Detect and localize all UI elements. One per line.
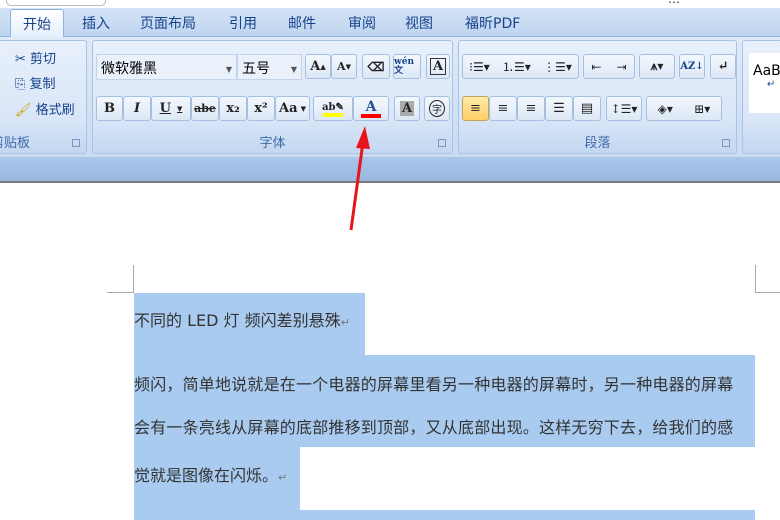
- align-left-button[interactable]: ≡: [462, 96, 489, 121]
- title-bar: [0, 0, 780, 8]
- title-text: …: [668, 0, 680, 6]
- show-marks-button[interactable]: ↵: [710, 54, 736, 79]
- sort-button[interactable]: AZ↓: [679, 54, 705, 79]
- selection-highlight: [134, 510, 755, 520]
- font-name-select[interactable]: 微软雅黑 ▼: [96, 54, 237, 80]
- font-color-swatch: [361, 113, 381, 118]
- font-color-button[interactable]: A: [353, 96, 389, 121]
- clear-format-button[interactable]: ⌫: [362, 54, 390, 79]
- line-spacing-button[interactable]: ↕☰▾: [606, 96, 642, 121]
- tab-view[interactable]: 视图: [405, 13, 433, 33]
- character-border-button[interactable]: A: [426, 54, 450, 79]
- align-right-icon: ≡: [525, 101, 537, 116]
- bullets-icon[interactable]: ⁝☰▾: [469, 60, 490, 74]
- change-case-button[interactable]: Aa ▼: [275, 96, 310, 121]
- multilevel-list-icon[interactable]: ⋮☰▾: [543, 60, 572, 74]
- dialog-launcher-icon[interactable]: [72, 139, 80, 147]
- indent-buttons[interactable]: ⇤ ⇥: [583, 54, 635, 79]
- tab-references[interactable]: 引用: [229, 13, 257, 33]
- align-center-icon: ≡: [497, 101, 509, 116]
- doc-line[interactable]: 频闪，简单地说就是在一个电器的屏幕里看另一种电器的屏幕时，另一种电器的屏幕: [134, 371, 733, 395]
- tab-review[interactable]: 审阅: [348, 13, 376, 33]
- clipboard-group: ✂ 剪切 ⎘ 复制 🖌 格式刷 剪贴板: [0, 40, 87, 154]
- align-center-button[interactable]: ≡: [489, 96, 517, 121]
- distributed-button[interactable]: ▤: [573, 96, 601, 121]
- bold-button[interactable]: B: [96, 96, 123, 121]
- asian-layout-icon: ⩚▾: [650, 59, 664, 73]
- chevron-down-icon: ▼: [225, 65, 232, 74]
- tab-home[interactable]: 开始: [10, 9, 64, 38]
- highlight-button[interactable]: ab✎: [313, 96, 353, 121]
- font-label: 字体: [259, 136, 286, 151]
- list-buttons[interactable]: ⁝☰▾ ⒈☰▾ ⋮☰▾: [462, 54, 579, 79]
- scissors-icon: ✂: [15, 52, 26, 67]
- subscript-button[interactable]: x₂: [219, 96, 247, 121]
- tab-foxit-pdf[interactable]: 福昕PDF: [465, 13, 520, 33]
- chevron-down-icon: ▼: [290, 65, 297, 74]
- copy-button[interactable]: ⎘ 复制: [15, 73, 56, 92]
- shrink-font-button[interactable]: A ▼: [331, 54, 357, 79]
- margin-corner-mark: [755, 292, 780, 293]
- paragraph-mark-icon: ↵: [717, 59, 729, 74]
- dialog-launcher-icon[interactable]: [438, 139, 446, 147]
- shading-border-buttons[interactable]: ◈▾ ⊞▾: [646, 96, 722, 121]
- margin-corner-mark: [133, 265, 134, 292]
- eraser-icon: ⌫: [367, 59, 385, 74]
- brush-icon: 🖌: [15, 103, 32, 118]
- numbering-icon[interactable]: ⒈☰▾: [502, 58, 531, 75]
- paragraph-group: ⁝☰▾ ⒈☰▾ ⋮☰▾ ⇤ ⇥ ⩚▾ AZ↓ ↵ ≡ ≡ ≡ ☰ ▤ ↕☰▾ ◈▾ ⊞▾…: [458, 40, 737, 154]
- grow-font-button[interactable]: A ▲: [305, 54, 331, 79]
- align-right-button[interactable]: ≡: [517, 96, 545, 121]
- underline-button[interactable]: U ▼: [151, 96, 191, 121]
- sort-az-icon: AZ↓: [680, 61, 704, 72]
- highlighter-icon: ab✎: [322, 102, 344, 113]
- font-group: 微软雅黑 ▼ 五号 ▼ A ▲ A ▼ ⌫ wén 文 A B I U ▼ abe x₂ …: [92, 40, 453, 154]
- ruler-band: [0, 157, 780, 183]
- enclose-characters-button[interactable]: 字: [424, 96, 450, 121]
- doc-line[interactable]: 会有一条亮线从屏幕的底部推移到顶部，又从底部出现。这样无穷下去，给我们的感: [134, 414, 733, 438]
- decrease-indent-icon[interactable]: ⇤: [591, 60, 601, 74]
- doc-line[interactable]: 不同的 LED 灯 频闪差别悬殊↵: [134, 307, 350, 331]
- ribbon: ✂ 剪切 ⎘ 复制 🖌 格式刷 剪贴板 微软雅黑▼ 五号▼ A▲ A▼ ⌫ wé…: [0, 37, 780, 157]
- style-normal[interactable]: AaB ↵: [749, 53, 780, 113]
- document-area[interactable]: [0, 184, 780, 520]
- line-spacing-icon: ↕☰▾: [610, 101, 638, 116]
- paragraph-label: 段落: [584, 136, 611, 151]
- italic-button[interactable]: I: [123, 96, 151, 121]
- tab-insert[interactable]: 插入: [82, 13, 110, 33]
- highlight-color-swatch: [323, 113, 343, 117]
- increase-indent-icon[interactable]: ⇥: [616, 60, 626, 74]
- tab-mailings[interactable]: 邮件: [288, 13, 316, 33]
- strikethrough-button[interactable]: abe: [191, 96, 219, 121]
- justify-icon: ☰: [553, 101, 565, 116]
- dialog-launcher-icon[interactable]: [722, 139, 730, 147]
- align-left-icon: ≡: [470, 101, 481, 116]
- margin-corner-mark: [107, 292, 134, 293]
- format-painter-button[interactable]: 🖌 格式刷: [15, 99, 75, 118]
- paint-bucket-icon[interactable]: ◈▾: [658, 102, 673, 116]
- asian-layout-button[interactable]: ⩚▾: [639, 54, 675, 79]
- borders-icon[interactable]: ⊞▾: [694, 102, 710, 116]
- font-size-select[interactable]: 五号 ▼: [237, 54, 302, 80]
- doc-line[interactable]: 觉就是图像在闪烁。↵: [134, 462, 287, 486]
- character-shading-button[interactable]: A: [394, 96, 420, 121]
- ribbon-tabs: 开始 插入 页面布局 引用 邮件 审阅 视图 福昕PDF: [0, 8, 780, 38]
- distributed-icon: ▤: [580, 101, 594, 116]
- tab-page-layout[interactable]: 页面布局: [140, 13, 196, 33]
- justify-button[interactable]: ☰: [545, 96, 573, 121]
- quick-access-box[interactable]: [6, 0, 106, 6]
- copy-icon: ⎘: [15, 77, 26, 92]
- styles-group: AaB ↵: [742, 40, 780, 154]
- phonetic-guide-button[interactable]: wén 文: [393, 54, 421, 79]
- margin-corner-mark: [755, 265, 756, 292]
- cut-button[interactable]: ✂ 剪切: [15, 48, 56, 67]
- superscript-button[interactable]: x²: [247, 96, 275, 121]
